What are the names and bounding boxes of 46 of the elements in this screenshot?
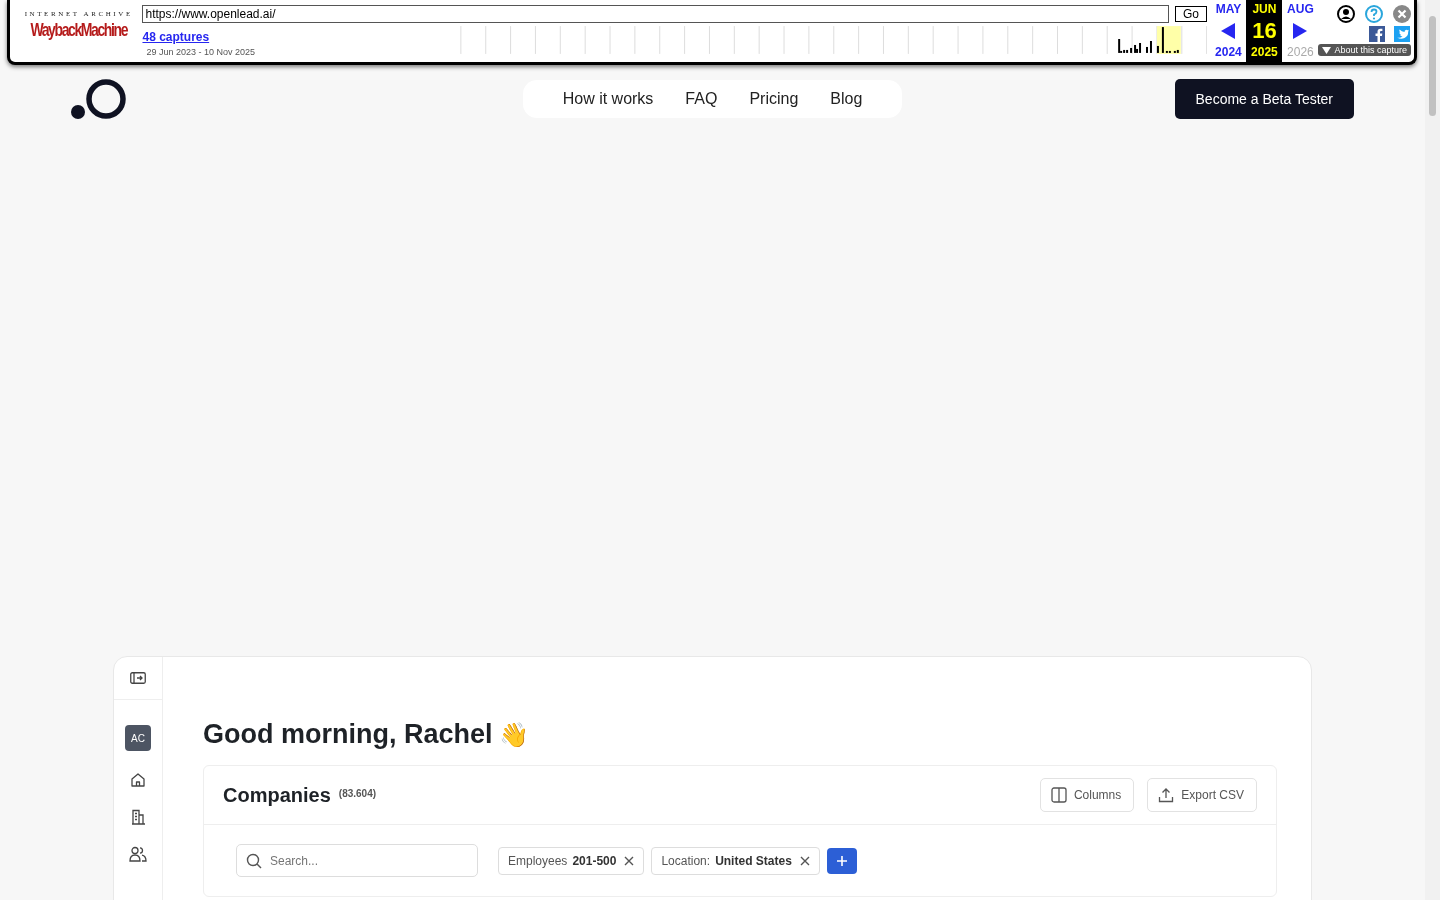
dropdown-icon [1322,46,1332,54]
export-button[interactable]: Export CSV [1147,778,1257,812]
date-range: 29 Jun 2023 - 10 Nov 2025 [146,47,257,57]
home-icon[interactable] [130,772,146,788]
nav-link[interactable]: How it works [562,90,654,108]
scrollbar[interactable] [1425,0,1440,900]
capture-day: 16 [1252,19,1277,42]
close-icon[interactable] [1393,5,1411,23]
building-icon[interactable] [130,809,146,825]
user-icon[interactable] [1337,5,1355,23]
url-field[interactable]: https://www.openlead.ai/ [142,5,1169,23]
go-button[interactable]: Go [1174,6,1208,22]
month-link[interactable]: MAY [1215,2,1242,16]
month-link[interactable]: JUN [1252,2,1277,16]
nav-link[interactable]: Blog [830,90,863,108]
upload-icon [1158,787,1175,803]
remove-icon[interactable] [799,855,810,866]
sidebar-toggle-icon[interactable] [130,671,146,685]
month-link[interactable]: AUG [1287,2,1314,16]
avatar[interactable]: AC [125,725,151,751]
company-count: (83.604) [338,787,377,799]
panel-title: Companies [223,783,331,807]
columns-icon [1050,787,1067,803]
next-arrow-icon[interactable] [1293,22,1308,39]
filter-chip[interactable]: Location: United States [651,846,820,875]
wayback-logo[interactable]: WaybackMachine [30,18,127,40]
beta-tester-button[interactable]: Become a Beta Tester [1174,79,1354,119]
users-icon[interactable] [129,846,147,862]
filter-chip[interactable]: Employees 201-500 [498,846,645,875]
year-link[interactable]: 2024 [1215,45,1242,59]
greeting-heading: Good morning, Rachel [203,719,493,750]
logo-icon[interactable] [71,79,127,119]
nav-link[interactable]: FAQ [685,90,718,108]
columns-button[interactable]: Columns [1039,778,1135,812]
previous-arrow-icon[interactable] [1221,22,1236,39]
nav-link[interactable]: Pricing [749,90,799,108]
remove-icon[interactable] [624,855,635,866]
facebook-icon[interactable] [1369,26,1385,42]
captures-link[interactable]: 48 captures [142,30,436,44]
add-filter-button[interactable] [826,847,857,874]
search-field[interactable]: Search... [236,844,478,877]
waving-hand-emoji: 👋 [498,720,529,749]
plus-icon [835,854,848,867]
twitter-icon[interactable] [1394,26,1410,42]
year-link[interactable]: 2025 [1251,45,1278,59]
about-capture-button[interactable]: About this capture [1318,44,1411,56]
